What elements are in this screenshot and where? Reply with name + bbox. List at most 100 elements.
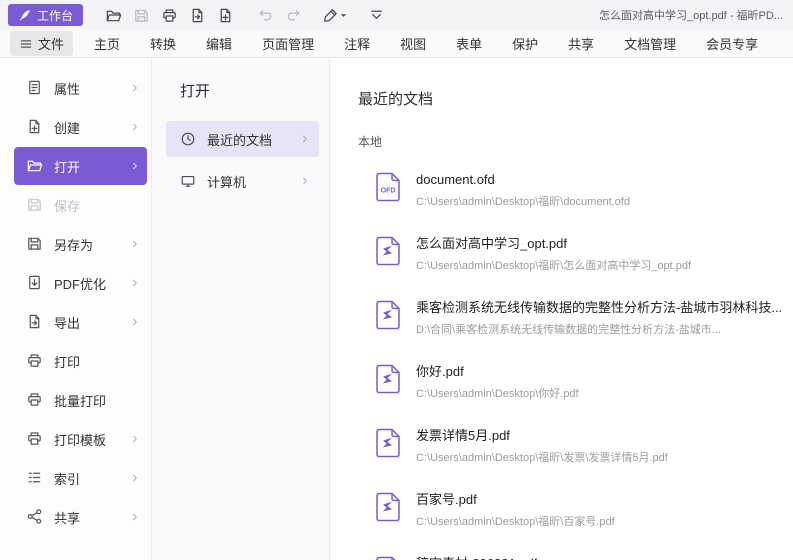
menu-tab-page-manage[interactable]: 页面管理 [253,31,323,56]
file-menu-item-print[interactable]: 打印 [14,342,147,380]
file-info: 怎么面对高中学习_opt.pdfC:\Users\admin\Desktop\福… [416,236,691,273]
more-tools-button[interactable] [362,4,390,27]
open-panel-item-recent-documents[interactable]: 最近的文档 [166,121,319,157]
open-icon [26,157,44,175]
file-menu-item-properties[interactable]: 属性 [14,69,147,107]
menu-tab-form[interactable]: 表单 [447,31,491,56]
open-panel-item-computer[interactable]: 计算机 [166,163,319,199]
file-menu-item-index[interactable]: 索引 [14,459,147,497]
menu-tab-doc-manage[interactable]: 文档管理 [615,31,685,56]
clock-icon [180,131,197,148]
open-panel-title: 打开 [180,80,319,101]
submenu-chevron-icon [299,175,311,187]
submenu-chevron-icon [129,82,141,94]
create-button[interactable] [211,4,239,27]
menu-tab-file[interactable]: 文件 [10,31,73,56]
menu-tab-member[interactable]: 会员专享 [697,31,767,56]
recent-file-row[interactable]: 怎么面对高中学习_opt.pdfC:\Users\admin\Desktop\福… [358,226,793,290]
menu-tab-edit[interactable]: 编辑 [197,31,241,56]
file-menu-item-print-template[interactable]: 打印模板 [14,420,147,458]
document-title: 怎么面对高中学习_opt.pdf - 福昕PD... [599,7,783,23]
submenu-chevron-icon [129,238,141,250]
menu-tab-label: 编辑 [206,34,232,53]
save-as-icon [26,235,44,253]
quick-access-toolbar [99,4,390,27]
file-menu-item-pdf-optimize[interactable]: PDF优化 [14,264,147,302]
caret-down-icon [340,12,347,19]
submenu-chevron-icon [129,277,141,289]
export-button[interactable] [183,4,211,27]
titlebar: 工作台 怎么面对高中学习_opt.pdf - 福昕PD... [0,0,793,30]
submenu-chevron-icon [129,511,141,523]
recent-file-row[interactable]: 百家号.pdfC:\Users\admin\Desktop\福昕\百家号.pdf [358,482,793,546]
file-menu-item-label: 打印 [54,352,141,371]
file-menu-item-save-as[interactable]: 另存为 [14,225,147,263]
submenu-chevron-icon [129,121,141,133]
menubar: 文件 主页 转换 编辑 页面管理 注释 视图 表单 保护 共享 文档管理 会员专享 [0,30,793,58]
undo-button[interactable] [251,4,279,27]
file-menu-item-batch-print[interactable]: 批量打印 [14,381,147,419]
file-path: D:\合同\乘客检测系统无线传输数据的完整性分析方法-盐城市... [416,321,782,337]
menu-tab-label: 页面管理 [262,34,314,53]
pdf-file-icon [375,364,401,394]
file-menu-item-create[interactable]: 创建 [14,108,147,146]
batch-print-icon [26,391,44,409]
redo-button[interactable] [279,4,307,27]
workspace-label: 工作台 [37,7,73,24]
menu-tab-convert[interactable]: 转换 [141,31,185,56]
menu-tab-label: 共享 [568,34,594,53]
open-file-button[interactable] [99,4,127,27]
print-button[interactable] [155,4,183,27]
create-icon [217,7,234,24]
recent-file-row[interactable]: 你好.pdfC:\Users\admin\Desktop\你好.pdf [358,354,793,418]
file-name: 乘客检测系统无线传输数据的完整性分析方法-盐城市羽林科技... [416,300,782,316]
menu-tab-label: 视图 [400,34,426,53]
recent-file-row[interactable]: 乘客检测系统无线传输数据的完整性分析方法-盐城市羽林科技... D:\合同\乘客检… [358,290,793,354]
file-info: 乘客检测系统无线传输数据的完整性分析方法-盐城市羽林科技... D:\合同\乘客检… [416,300,782,337]
export-icon [189,7,206,24]
recent-file-row[interactable]: 发票详情5月.pdfC:\Users\admin\Desktop\福昕\发票\发… [358,418,793,482]
sign-icon [322,7,339,24]
file-menu-panel: 属性创建打开保存另存为 PDF优化导出打印批量打印打印模板索引共享 [0,58,152,560]
menu-tab-view[interactable]: 视图 [391,31,435,56]
file-menu-item-label: 索引 [54,469,129,488]
menu-tab-label: 注释 [344,34,370,53]
menu-tab-home[interactable]: 主页 [85,31,129,56]
file-name: document.ofd [416,172,630,188]
sign-button[interactable] [319,4,350,27]
menu-tab-label: 转换 [150,34,176,53]
menu-tab-share[interactable]: 共享 [559,31,603,56]
create-icon [26,118,44,136]
file-info: 你好.pdfC:\Users\admin\Desktop\你好.pdf [416,364,579,401]
svg-text:OFD: OFD [381,188,396,195]
menu-tab-label: 表单 [456,34,482,53]
recent-file-row[interactable]: 稿定素材-806381.pdf [358,546,793,560]
foxit-logo-icon [18,8,32,22]
file-path: C:\Users\admin\Desktop\福昕\document.ofd [416,193,630,209]
menu-tab-comment[interactable]: 注释 [335,31,379,56]
menu-tab-protect[interactable]: 保护 [503,31,547,56]
menu-tab-label: 文件 [38,34,64,53]
workspace-button[interactable]: 工作台 [8,4,83,26]
save-button[interactable] [127,4,155,27]
share-icon [26,508,44,526]
file-menu-item-label: 另存为 [54,235,129,254]
app-window: 工作台 怎么面对高中学习_opt.pdf - 福昕PD... 文件 主页 转换 编辑 页… [0,0,793,560]
file-menu-item-share[interactable]: 共享 [14,498,147,536]
open-panel-item-label: 最近的文档 [207,130,299,149]
hamburger-icon [19,37,33,51]
menu-tab-label: 主页 [94,34,120,53]
menu-tab-label: 会员专享 [706,34,758,53]
file-menu-item-export[interactable]: 导出 [14,303,147,341]
print-icon [26,352,44,370]
recent-documents-title: 最近的文档 [358,88,793,109]
local-section-label: 本地 [358,133,793,150]
recent-file-row[interactable]: OFD document.ofd C:\Users\admin\Desktop\福昕… [358,162,793,226]
file-menu-item-save[interactable]: 保存 [14,186,147,224]
open-panel-items: 最近的文档计算机 [166,121,319,199]
recent-documents-panel: 最近的文档 本地 OFD document.ofd C:\Users\admin\D… [330,58,793,560]
file-menu-item-open[interactable]: 打开 [14,147,147,185]
pdf-file-icon [375,492,401,522]
open-panel: 打开 最近的文档计算机 [152,58,330,560]
submenu-chevron-icon [129,433,141,445]
